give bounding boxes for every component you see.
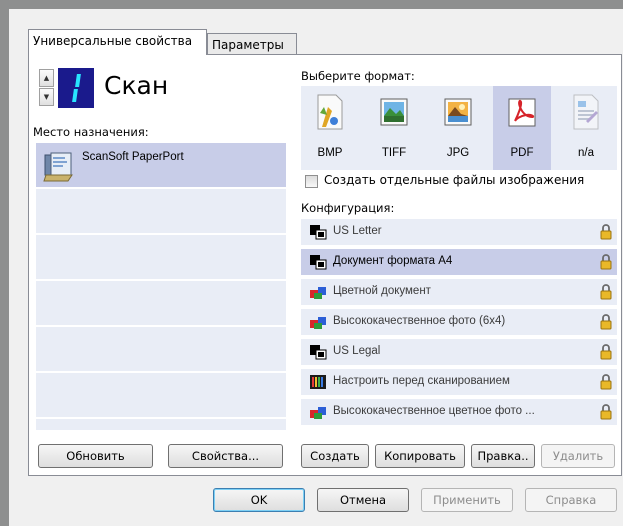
- config-item-us-legal[interactable]: US Legal: [301, 339, 617, 365]
- config-item-configure-before-scan[interactable]: Настроить перед сканированием: [301, 369, 617, 395]
- lock-icon: [600, 254, 612, 270]
- config-item-label: Настроить перед сканированием: [333, 375, 510, 387]
- lock-icon: [600, 344, 612, 360]
- lcd-digit-one: [71, 73, 81, 103]
- copy-button[interactable]: Копировать: [375, 444, 465, 468]
- color-icon: [310, 407, 326, 419]
- lock-icon: [600, 404, 612, 420]
- format-name: TIFF: [381, 147, 407, 159]
- format-name: JPG: [446, 147, 470, 159]
- window-left-border: [0, 0, 9, 526]
- destination-item-label: ScanSoft PaperPort: [82, 151, 184, 163]
- config-item-label: US Letter: [333, 225, 382, 237]
- destination-empty-row: [36, 189, 286, 233]
- config-item-a4-document[interactable]: Документ формата А4: [301, 249, 617, 275]
- destination-empty-row: [36, 373, 286, 417]
- jpg-icon: [444, 98, 472, 126]
- config-item-label: Цветной документ: [333, 285, 431, 297]
- separate-files-label: Создать отдельные файлы изображения: [324, 173, 585, 187]
- pdf-icon: [508, 98, 536, 127]
- format-selector: BMP TIFF JPG PDF n/a: [301, 86, 617, 170]
- config-item-label: Высококачественное цветное фото ...: [333, 405, 535, 417]
- properties-button[interactable]: Свойства...: [168, 444, 283, 468]
- format-label: Выберите формат:: [301, 69, 415, 83]
- config-item-label: Высококачественное фото (6x4): [333, 315, 506, 327]
- config-item-hq-color-photo[interactable]: Высококачественное цветное фото ...: [301, 399, 617, 425]
- destination-list: ScanSoft PaperPort: [36, 143, 286, 430]
- configuration-list: US Letter Документ формата А4 Цветной до…: [301, 219, 617, 430]
- color-icon: [310, 287, 326, 299]
- format-name: BMP: [317, 147, 343, 159]
- format-pdf[interactable]: PDF: [493, 86, 551, 170]
- config-item-label: Документ формата А4: [333, 255, 453, 267]
- spin-up-button[interactable]: ▲: [39, 69, 54, 87]
- cancel-button[interactable]: Отмена: [317, 488, 409, 512]
- configure-icon: [310, 375, 326, 389]
- tab-label: Параметры: [212, 38, 284, 52]
- profile-number-display: [58, 68, 94, 108]
- separate-files-checkbox[interactable]: [305, 175, 318, 188]
- delete-button[interactable]: Удалить: [541, 444, 615, 468]
- destination-empty-row: [36, 281, 286, 325]
- help-button[interactable]: Справка: [525, 488, 617, 512]
- destination-item-paperport[interactable]: ScanSoft PaperPort: [36, 143, 286, 187]
- destination-empty-row: [36, 235, 286, 279]
- format-tiff[interactable]: TIFF: [365, 86, 423, 170]
- format-jpg[interactable]: JPG: [429, 86, 487, 170]
- black-white-icon: [310, 225, 327, 240]
- ok-button[interactable]: OK: [213, 488, 305, 512]
- create-button[interactable]: Создать: [301, 444, 369, 468]
- format-bmp[interactable]: BMP: [301, 86, 359, 170]
- edit-button[interactable]: Правка..: [471, 444, 535, 468]
- destination-label: Место назначения:: [33, 125, 149, 139]
- config-item-photo-6x4[interactable]: Высококачественное фото (6x4): [301, 309, 617, 335]
- format-name: n/a: [578, 147, 594, 159]
- profile-spinner: ▲ ▼: [39, 69, 54, 107]
- config-item-label: US Legal: [333, 345, 381, 357]
- black-white-icon: [310, 345, 327, 360]
- color-icon: [310, 317, 326, 329]
- tab-universal-properties[interactable]: Универсальные свойства: [28, 29, 207, 55]
- tab-panel: ▲ ▼ Скан Место назначения: ScanSoft Pape…: [28, 54, 622, 476]
- profile-name: Скан: [104, 71, 169, 100]
- lock-icon: [600, 314, 612, 330]
- lock-icon: [600, 374, 612, 390]
- bmp-icon: [317, 94, 343, 130]
- lock-icon: [600, 284, 612, 300]
- spin-down-button[interactable]: ▼: [39, 88, 54, 106]
- lock-icon: [600, 224, 612, 240]
- paperport-icon: [43, 152, 73, 182]
- tab-label: Универсальные свойства: [33, 34, 193, 48]
- tiff-icon: [380, 98, 408, 126]
- destination-empty-row: [36, 327, 286, 371]
- window-top-border: [0, 0, 623, 9]
- black-white-icon: [310, 255, 327, 270]
- destination-empty-row: [36, 419, 286, 430]
- format-text[interactable]: n/a: [557, 86, 615, 170]
- format-name: PDF: [510, 147, 534, 159]
- tab-parameters[interactable]: Параметры: [207, 33, 297, 55]
- config-item-color-document[interactable]: Цветной документ: [301, 279, 617, 305]
- configuration-label: Конфигурация:: [301, 201, 395, 215]
- apply-button[interactable]: Применить: [421, 488, 513, 512]
- config-item-us-letter[interactable]: US Letter: [301, 219, 617, 245]
- text-document-icon: [573, 94, 599, 130]
- refresh-button[interactable]: Обновить: [38, 444, 153, 468]
